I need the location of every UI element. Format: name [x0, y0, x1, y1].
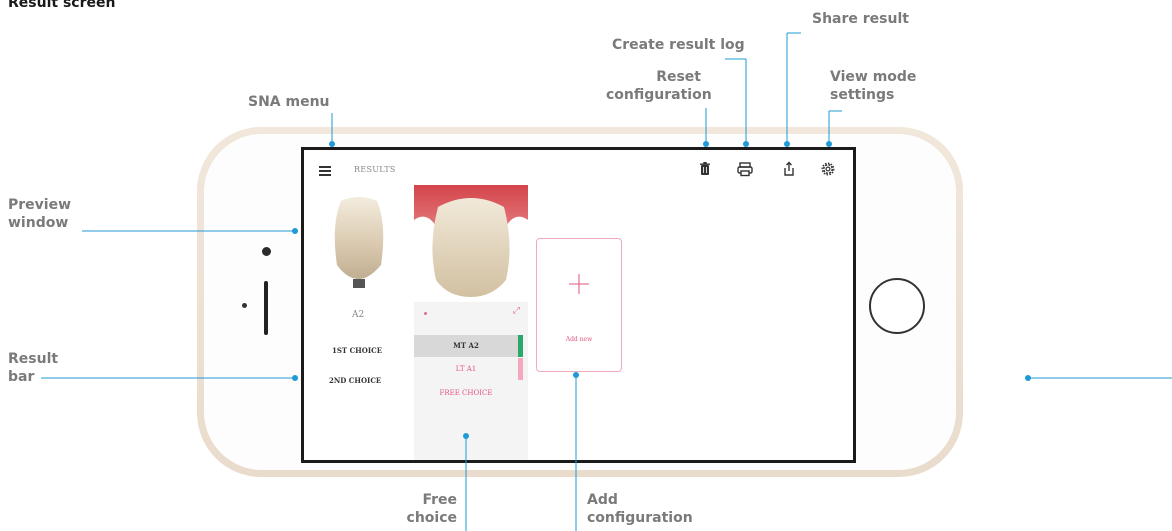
callout-lines [41, 32, 1172, 531]
callout-add-configuration: Add configuration [587, 492, 693, 526]
preview-callout-dot [292, 228, 298, 234]
callout-result-bar: Result bar [8, 351, 59, 385]
share-callout-dot [784, 141, 790, 147]
callout-share-result: Share result [812, 11, 909, 27]
reset-callout-dot [703, 141, 709, 147]
callout-create-result-log: Create result log [612, 37, 745, 53]
callout-view-mode-settings: View mode settings [830, 69, 917, 103]
callout-free-choice: Free choice [406, 492, 457, 526]
home-callout-dot [1025, 375, 1031, 381]
add-config-callout-dot [573, 372, 579, 378]
free-choice-callout-dot [463, 433, 469, 439]
settings-callout-dot [826, 141, 832, 147]
menu-callout-dot [329, 141, 335, 147]
callout-preview-window: Preview window [8, 197, 72, 231]
callout-reset-configuration: Reset configuration [606, 69, 712, 103]
log-callout-dot [743, 141, 749, 147]
callout-sna-menu: SNA menu [248, 94, 330, 110]
result-bar-callout-dot [292, 375, 298, 381]
